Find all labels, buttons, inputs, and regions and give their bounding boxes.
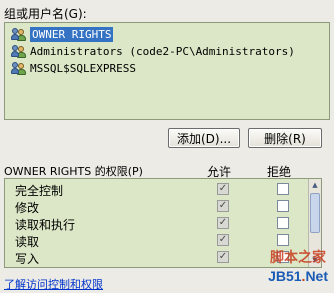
users-group-icon xyxy=(11,61,27,75)
allow-checkbox[interactable]: ✓ xyxy=(217,200,229,212)
permission-name: 完全控制 xyxy=(15,184,64,198)
add-button[interactable]: 添加(D)... xyxy=(168,128,240,148)
deny-checkbox[interactable] xyxy=(277,183,289,195)
watermark-text: 脚本之家 xyxy=(270,250,326,266)
help-link[interactable]: 了解访问控制和权限 xyxy=(4,276,103,292)
watermark-logo: JB51.Net xyxy=(268,268,328,284)
allow-checkbox[interactable]: ✓ xyxy=(217,251,229,263)
watermark-net: Net xyxy=(305,268,328,284)
permission-name: 写入 xyxy=(15,252,40,266)
allow-checkbox[interactable]: ✓ xyxy=(217,234,229,246)
allow-checkbox[interactable]: ✓ xyxy=(217,183,229,195)
users-group-icon xyxy=(11,27,27,41)
deny-checkbox[interactable] xyxy=(277,217,289,229)
permission-name: 修改 xyxy=(15,201,40,215)
user-name: Administrators (code2-PC\Administrators) xyxy=(30,44,295,58)
permission-name: 读取和执行 xyxy=(15,218,76,232)
scroll-thumb[interactable] xyxy=(310,193,320,233)
user-item-administrators[interactable]: Administrators (code2-PC\Administrators) xyxy=(11,43,295,59)
user-item-mssql[interactable]: MSSQL$SQLEXPRESS xyxy=(11,60,136,76)
allow-checkbox[interactable]: ✓ xyxy=(217,217,229,229)
users-list[interactable]: OWNER RIGHTS Administrators (code2-PC\Ad… xyxy=(4,22,330,120)
remove-button[interactable]: 删除(R) xyxy=(248,128,322,148)
watermark-jb51: JB51 xyxy=(268,268,302,284)
scroll-up-arrow-icon[interactable]: ▲ xyxy=(310,180,320,191)
permission-row: 修改 ✓ xyxy=(5,198,321,215)
users-group-icon xyxy=(11,44,27,58)
deny-checkbox[interactable] xyxy=(277,200,289,212)
permission-name: 读取 xyxy=(15,235,40,249)
permission-row: 完全控制 ✓ xyxy=(5,181,321,198)
permission-row: 读取和执行 ✓ xyxy=(5,215,321,232)
groups-label: 组或用户名(G): xyxy=(4,7,87,21)
user-name: MSSQL$SQLEXPRESS xyxy=(30,61,136,75)
permissions-title: OWNER RIGHTS 的权限(P) xyxy=(4,165,143,178)
user-name: OWNER RIGHTS xyxy=(30,26,114,42)
user-item-owner-rights[interactable]: OWNER RIGHTS xyxy=(11,26,114,42)
deny-checkbox[interactable] xyxy=(277,234,289,246)
